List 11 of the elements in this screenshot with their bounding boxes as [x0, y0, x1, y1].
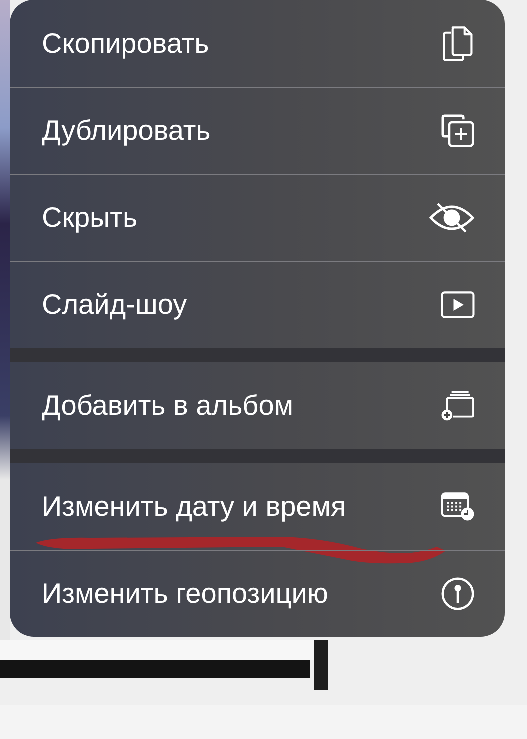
menu-item[interactable]: Скрыть [42, 202, 138, 234]
menu-item[interactable]: Слайд-шоу [42, 289, 188, 321]
duplicate-icon [441, 113, 475, 149]
hidden-eye-icon [429, 202, 475, 234]
copy-icon [441, 26, 475, 62]
menu-item[interactable]: Скопировать [42, 28, 210, 60]
menu-item[interactable]: Добавить в альбом [42, 390, 294, 422]
menu-item[interactable]: Изменить геопозицию [42, 578, 328, 610]
menu-item[interactable]: Дублировать [42, 115, 211, 147]
menu-item[interactable]: Изменить дату и время [42, 490, 346, 522]
location-pin-icon [441, 576, 475, 612]
